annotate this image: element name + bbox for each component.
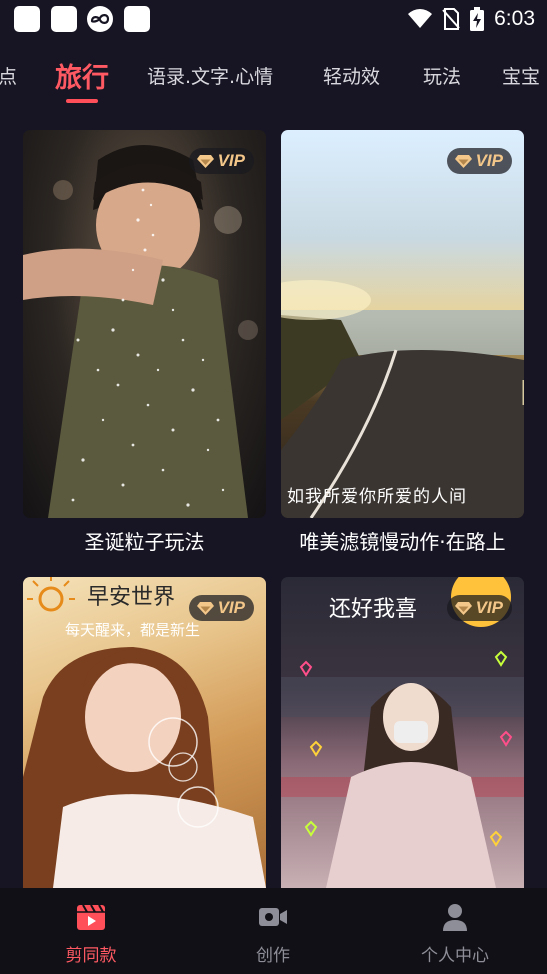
thumbnail-caption: 早安世界 [87,585,176,610]
vip-label: VIP [475,151,503,170]
vip-badge: VIP [446,595,512,621]
vip-badge: VIP [188,595,254,621]
vip-label: VIP [217,598,245,617]
app-square-icon [14,6,40,32]
status-bar: 6:03 [0,0,547,38]
vip-badge: VIP [188,148,254,174]
template-thumbnail[interactable]: VIP [23,130,266,518]
template-title: 圣诞粒子玩法 [84,530,205,554]
infinity-app-icon [87,6,113,32]
template-thumbnail[interactable]: 早安世界 每天醒来，都是新生 VIP [23,577,266,888]
template-card[interactable]: VIP 如我所爱你所爱的人间 唯美滤镜慢动作·在路上 [281,130,524,554]
tab-travel[interactable]: 旅行 [55,56,109,95]
app-square-icon [124,6,150,32]
diamond-icon [454,602,472,615]
tab-gameplay[interactable]: 玩法 [423,62,461,89]
category-tabs: 点 旅行 语录.文字.心情 轻动效 玩法 宝宝 [0,56,547,106]
nav-label: 个人中心 [421,946,489,966]
diamond-icon [196,155,214,168]
nav-item-profile[interactable]: 个人中心 [364,888,546,974]
template-thumbnail[interactable]: VIP 如我所爱你所爱的人间 [281,130,524,518]
vip-badge: VIP [446,148,512,174]
template-title: 唯美滤镜慢动作·在路上 [299,530,506,554]
template-card[interactable]: 早安世界 每天醒来，都是新生 VIP [23,577,266,888]
vip-label: VIP [217,151,245,170]
clapperboard-icon [77,904,105,930]
diamond-icon [454,155,472,168]
thumbnail-caption: 每天醒来，都是新生 [65,621,201,639]
wifi-icon [408,9,433,28]
girl-hearts-image [281,577,524,888]
thumbnail-caption: 还好我喜 [329,597,418,622]
template-card[interactable]: VIP 圣诞粒子玩法 [23,130,266,554]
active-tab-indicator [66,99,98,103]
no-sim-icon [442,8,460,30]
tab-baby[interactable]: 宝宝 [502,62,540,89]
tab-light-effects[interactable]: 轻动效 [323,62,380,89]
person-icon [443,904,467,931]
nav-label: 剪同款 [65,946,117,966]
diamond-icon [196,602,214,615]
tab-quotes[interactable]: 语录.文字.心情 [147,62,273,89]
app-square-icon [51,6,77,32]
road-sunset-image [281,280,524,518]
kid-particles-image [23,145,258,518]
template-thumbnail[interactable]: 还好我喜 VIP [281,577,524,888]
thumbnail-caption: 如我所爱你所爱的人间 [287,487,467,507]
tab-item[interactable]: 点 [0,62,17,89]
vip-label: VIP [475,598,503,617]
nav-item-template[interactable]: 剪同款 [0,888,182,974]
video-camera-icon [259,908,287,926]
template-card[interactable]: 还好我喜 VIP [281,577,524,888]
nav-item-create[interactable]: 创作 [182,888,364,974]
battery-charging-icon [470,7,485,31]
bottom-navigation: 剪同款 创作 个人中心 [0,888,547,974]
nav-label: 创作 [256,946,290,966]
status-time: 6:03 [494,7,535,30]
